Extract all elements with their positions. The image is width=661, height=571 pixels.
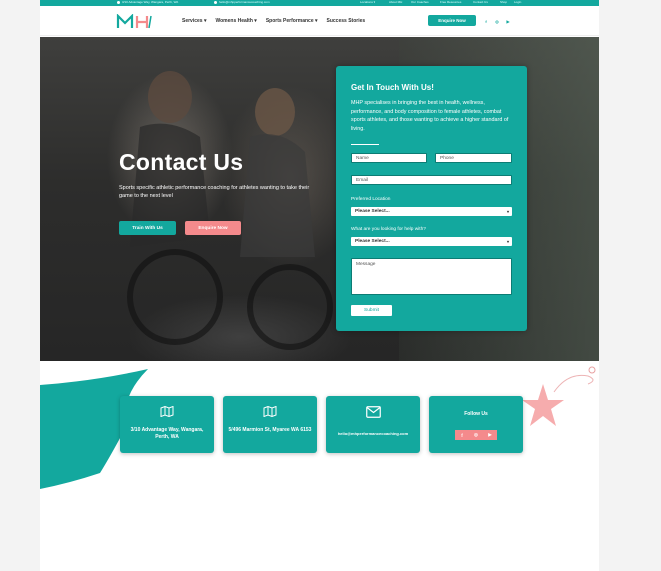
chevron-down-icon: ▾ (506, 239, 509, 244)
train-with-us-button[interactable]: Train With Us (119, 221, 176, 235)
youtube-icon[interactable]: ▶ (483, 430, 497, 440)
location-label: Preferred Location (351, 197, 391, 202)
topbar-link-contact[interactable]: Contact Us (473, 0, 488, 5)
nav-services[interactable]: Services ▾ (182, 18, 206, 24)
site-header: MH Services ▾ Womens Health ▾ Sports Per… (40, 6, 599, 36)
form-description: MHP specialises in bringing the best in … (351, 100, 509, 133)
page: 3/10 Advantage Way, Wangara, Perth, WA h… (40, 0, 599, 571)
mail-icon (214, 0, 217, 4)
follow-us-card: Follow Us f ◎ ▶ (429, 396, 523, 453)
hero-enquire-button[interactable]: Enquire Now (185, 221, 241, 235)
follow-us-title: Follow Us (464, 411, 488, 417)
instagram-icon[interactable]: ◎ (469, 430, 483, 440)
header-socials: f ◎ ▶ (483, 18, 511, 24)
location-myaree-text: 5/496 Marmion St, Myaree WA 6153 (228, 427, 312, 433)
topbar-link-login[interactable]: Login (514, 0, 521, 5)
facebook-icon[interactable]: f (483, 18, 489, 24)
topbar-link-resources[interactable]: Free Resources (440, 0, 461, 5)
topbar-email[interactable]: hello@mhpperformancecoaching.com (214, 0, 270, 5)
topbar-address[interactable]: 3/10 Advantage Way, Wangara, Perth, WA (117, 0, 178, 5)
map-icon (120, 406, 214, 417)
help-select[interactable]: Please Select... ▾ (351, 237, 512, 246)
email-text[interactable]: hello@mhperformancecoaching.com (330, 430, 416, 437)
help-label: What are you looking for help with? (351, 227, 426, 232)
submit-button[interactable]: Submit (351, 305, 392, 316)
map-icon (223, 406, 317, 417)
topbar-link-shop[interactable]: Shop (500, 0, 507, 5)
instagram-icon[interactable]: ◎ (494, 18, 500, 24)
nav-success-stories[interactable]: Success Stories (327, 18, 366, 24)
contact-form-card: Get In Touch With Us! MHP specialises in… (336, 66, 527, 331)
email-field[interactable]: Email (351, 175, 512, 185)
phone-field[interactable]: Phone (435, 153, 512, 163)
nav-womens-health[interactable]: Womens Health ▾ (215, 18, 256, 24)
map-pin-icon (117, 0, 120, 4)
topbar-link-locations[interactable]: Locations ▾ (360, 0, 375, 5)
page-title: Contact Us (119, 149, 244, 175)
facebook-icon[interactable]: f (455, 430, 469, 440)
location-card-myaree: 5/496 Marmion St, Myaree WA 6153 (223, 396, 317, 453)
main-nav: Services ▾ Womens Health ▾ Sports Perfor… (182, 18, 365, 24)
decorative-star (522, 366, 596, 426)
form-divider (351, 144, 379, 145)
message-field[interactable]: Message (351, 258, 512, 295)
hero-subtitle: Sports specific athletic performance coa… (119, 185, 310, 199)
envelope-icon (326, 406, 420, 418)
form-title: Get In Touch With Us! (351, 83, 434, 92)
header-enquire-button[interactable]: Enquire Now (428, 15, 476, 26)
topbar-link-about[interactable]: About MH (389, 0, 402, 5)
location-wangara-text: 3/10 Advantage Way, Wangara, Perth, WA (130, 427, 204, 440)
hero-athletes-image (127, 71, 333, 350)
location-select[interactable]: Please Select... ▾ (351, 207, 512, 216)
email-card[interactable]: hello@mhperformancecoaching.com (326, 396, 420, 453)
chevron-down-icon: ▾ (506, 209, 509, 214)
nav-sports-performance[interactable]: Sports Performance ▾ (266, 18, 318, 24)
topbar-link-coaches[interactable]: Our Coaches (411, 0, 429, 5)
follow-us-socials: f ◎ ▶ (429, 430, 523, 440)
location-card-wangara: 3/10 Advantage Way, Wangara, Perth, WA (120, 396, 214, 453)
site-logo[interactable]: MH (116, 13, 153, 29)
name-field[interactable]: Name (351, 153, 427, 163)
hero-section: Contact Us Sports specific athletic perf… (40, 37, 599, 361)
youtube-icon[interactable]: ▶ (505, 18, 511, 24)
